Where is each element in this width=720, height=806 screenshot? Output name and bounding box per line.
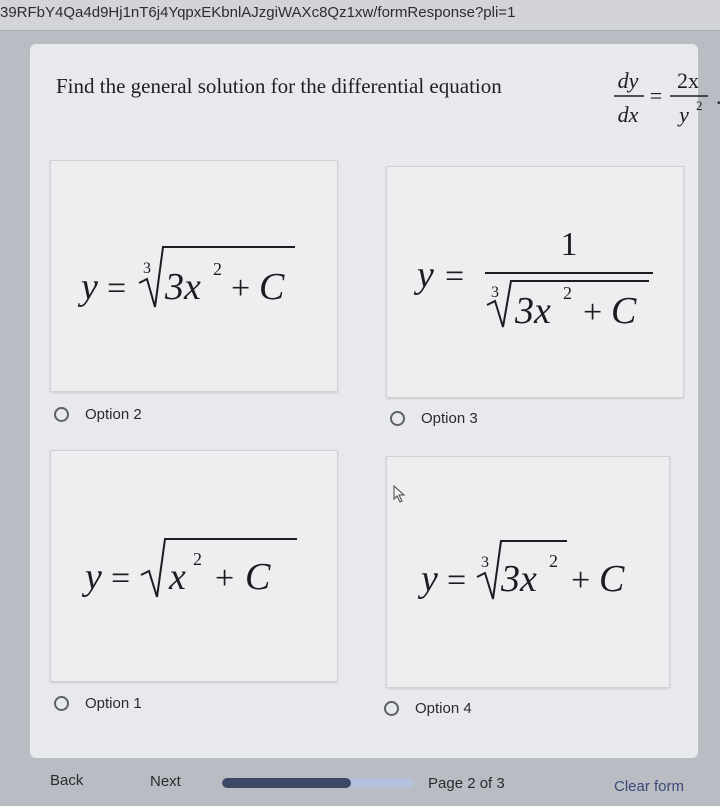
formula-exp: 2 bbox=[563, 283, 572, 303]
formula-numerator: 1 bbox=[561, 226, 578, 263]
option-3[interactable]: Option 3 bbox=[390, 406, 478, 430]
option-2-image[interactable]: y = 3 3x 2 + C bbox=[50, 160, 338, 392]
formula-term: x bbox=[168, 556, 186, 598]
question: Find the general solution for the differ… bbox=[56, 60, 720, 130]
option-4[interactable]: Option 4 bbox=[384, 696, 472, 720]
eq-2x: 2x bbox=[677, 68, 699, 93]
formula-plus: + bbox=[215, 560, 234, 597]
option-1[interactable]: Option 1 bbox=[54, 691, 142, 715]
root-index: 3 bbox=[143, 260, 151, 277]
formula-c: C bbox=[599, 558, 625, 600]
formula-equals: = bbox=[107, 270, 126, 307]
formula-term: 3x bbox=[514, 290, 551, 332]
formula-plus: + bbox=[583, 294, 602, 331]
option-2-formula: y = 3 3x 2 + C bbox=[77, 246, 295, 308]
option-2[interactable]: Option 2 bbox=[54, 402, 142, 426]
formula-c: C bbox=[245, 556, 271, 598]
clear-form-button[interactable]: Clear form bbox=[614, 778, 684, 795]
option-3-image[interactable]: y = 1 3 3x 2 + C bbox=[386, 166, 684, 398]
formula-equals: = bbox=[445, 258, 464, 295]
mouse-cursor-icon bbox=[393, 485, 406, 503]
option-4-image[interactable]: y = 3 3x 2 + C bbox=[386, 456, 670, 688]
formula-equals: = bbox=[111, 560, 130, 597]
page-indicator: Page 2 of 3 bbox=[428, 775, 505, 792]
root-index: 3 bbox=[491, 284, 499, 301]
option-3-label: Option 3 bbox=[421, 409, 478, 427]
formula-exp: 2 bbox=[213, 259, 222, 279]
question-equation: dy dx = 2x y 2 . bbox=[614, 68, 720, 127]
formula-y: y bbox=[413, 254, 434, 296]
progress-fill bbox=[222, 778, 351, 788]
formula-c: C bbox=[259, 266, 285, 308]
option-4-formula: y = 3 3x 2 + C bbox=[417, 540, 625, 600]
eq-y-exp: 2 bbox=[696, 98, 703, 113]
option-2-radio[interactable] bbox=[54, 406, 69, 422]
option-1-label: Option 1 bbox=[85, 694, 142, 712]
eq-dy: dy bbox=[618, 68, 639, 93]
option-3-formula: y = 1 3 3x 2 + C bbox=[413, 226, 653, 332]
progress-bar bbox=[222, 778, 414, 788]
option-1-radio[interactable] bbox=[54, 695, 69, 711]
formula-plus: + bbox=[231, 270, 250, 307]
eq-y: y bbox=[677, 102, 689, 127]
root-index: 3 bbox=[481, 554, 489, 571]
formula-exp: 2 bbox=[193, 549, 202, 569]
back-button[interactable]: Back bbox=[38, 766, 95, 795]
eq-equals: = bbox=[650, 83, 662, 108]
eq-dx: dx bbox=[618, 102, 639, 127]
formula-term: 3x bbox=[500, 558, 537, 600]
next-button[interactable]: Next bbox=[138, 767, 193, 796]
formula-y: y bbox=[417, 558, 438, 600]
option-4-label: Option 4 bbox=[415, 699, 472, 717]
option-1-formula: y = x 2 + C bbox=[81, 538, 297, 598]
option-2-label: Option 2 bbox=[85, 405, 142, 423]
formula-term: 3x bbox=[164, 266, 201, 308]
url-text: 39RFbY4Qa4d9Hj1nT6j4YqpxEKbnlAJzgiWAXc8Q… bbox=[0, 4, 516, 21]
formula-y: y bbox=[81, 556, 102, 598]
formula-c: C bbox=[611, 290, 637, 332]
url-bar[interactable]: 39RFbY4Qa4d9Hj1nT6j4YqpxEKbnlAJzgiWAXc8Q… bbox=[0, 0, 720, 31]
option-1-image[interactable]: y = x 2 + C bbox=[50, 450, 338, 682]
option-4-radio[interactable] bbox=[384, 700, 399, 716]
eq-period: . bbox=[716, 84, 720, 109]
option-3-radio[interactable] bbox=[390, 410, 405, 426]
formula-equals: = bbox=[447, 562, 466, 599]
formula-exp: 2 bbox=[549, 551, 558, 571]
formula-plus: + bbox=[571, 562, 590, 599]
formula-y: y bbox=[77, 266, 98, 308]
question-text: Find the general solution for the differ… bbox=[56, 74, 502, 98]
